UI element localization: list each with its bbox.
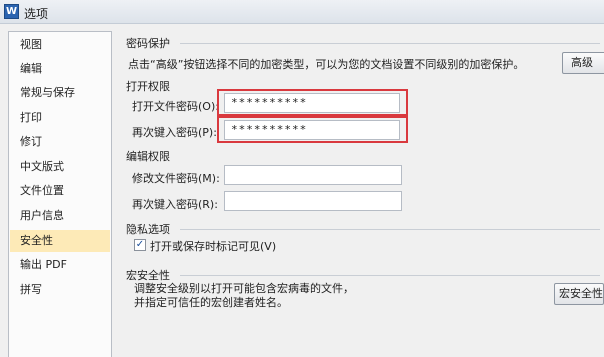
open-permission-title: 打开权限	[126, 80, 170, 93]
password-protection-title: 密码保护	[126, 37, 170, 50]
wps-app-icon: W	[4, 4, 19, 19]
advanced-button[interactable]: 高级	[562, 52, 604, 74]
window-title: 选项	[24, 7, 49, 21]
open-password-label: 打开文件密码(O):	[132, 100, 219, 113]
sidebar-item-output-pdf[interactable]: 输出 PDF	[10, 254, 110, 276]
modify-confirm-label: 再次键入密码(R):	[132, 198, 218, 211]
options-sidebar: 视图 编辑 常规与保存 打印 修订 中文版式 文件位置 用户信息 安全性 输出 …	[8, 31, 112, 357]
sidebar-item-view[interactable]: 视图	[10, 34, 110, 56]
sidebar-item-general-save[interactable]: 常规与保存	[10, 82, 110, 104]
open-confirm-highlight	[217, 116, 408, 143]
modify-password-field[interactable]	[224, 165, 402, 185]
open-password-highlight	[217, 89, 408, 116]
mark-visible-label[interactable]: 打开或保存时标记可见(V)	[150, 238, 276, 254]
macro-security-divider	[180, 275, 600, 276]
sidebar-item-edit[interactable]: 编辑	[10, 58, 110, 80]
sidebar-item-chinese-layout[interactable]: 中文版式	[10, 156, 110, 178]
sidebar-item-revision[interactable]: 修订	[10, 131, 110, 153]
sidebar-item-security[interactable]: 安全性	[10, 230, 110, 252]
sidebar-item-print[interactable]: 打印	[10, 107, 110, 129]
security-settings-panel: 密码保护 点击“高级”按钮选择不同的加密类型，可以为您的文档设置不同级别的加密保…	[118, 26, 604, 357]
mark-visible-checkbox[interactable]: ✓	[134, 239, 146, 251]
password-protection-description: 点击“高级”按钮选择不同的加密类型，可以为您的文档设置不同级别的加密保护。	[128, 58, 525, 71]
sidebar-item-user-info[interactable]: 用户信息	[10, 205, 110, 227]
privacy-options-title: 隐私选项	[126, 223, 170, 236]
open-confirm-label: 再次键入密码(P):	[132, 126, 217, 139]
password-protection-divider	[180, 43, 600, 44]
privacy-divider	[180, 229, 600, 230]
modify-password-label: 修改文件密码(M):	[132, 172, 220, 185]
macro-security-description-line2: 并指定可信任的宏创建者姓名。	[134, 296, 288, 309]
macro-security-button[interactable]: 宏安全性	[554, 283, 604, 305]
sidebar-item-file-location[interactable]: 文件位置	[10, 180, 110, 202]
title-bar: W 选项	[0, 0, 604, 24]
modify-confirm-password-field[interactable]	[224, 191, 402, 211]
sidebar-item-spelling[interactable]: 拼写	[10, 279, 110, 301]
edit-permission-title: 编辑权限	[126, 150, 170, 163]
